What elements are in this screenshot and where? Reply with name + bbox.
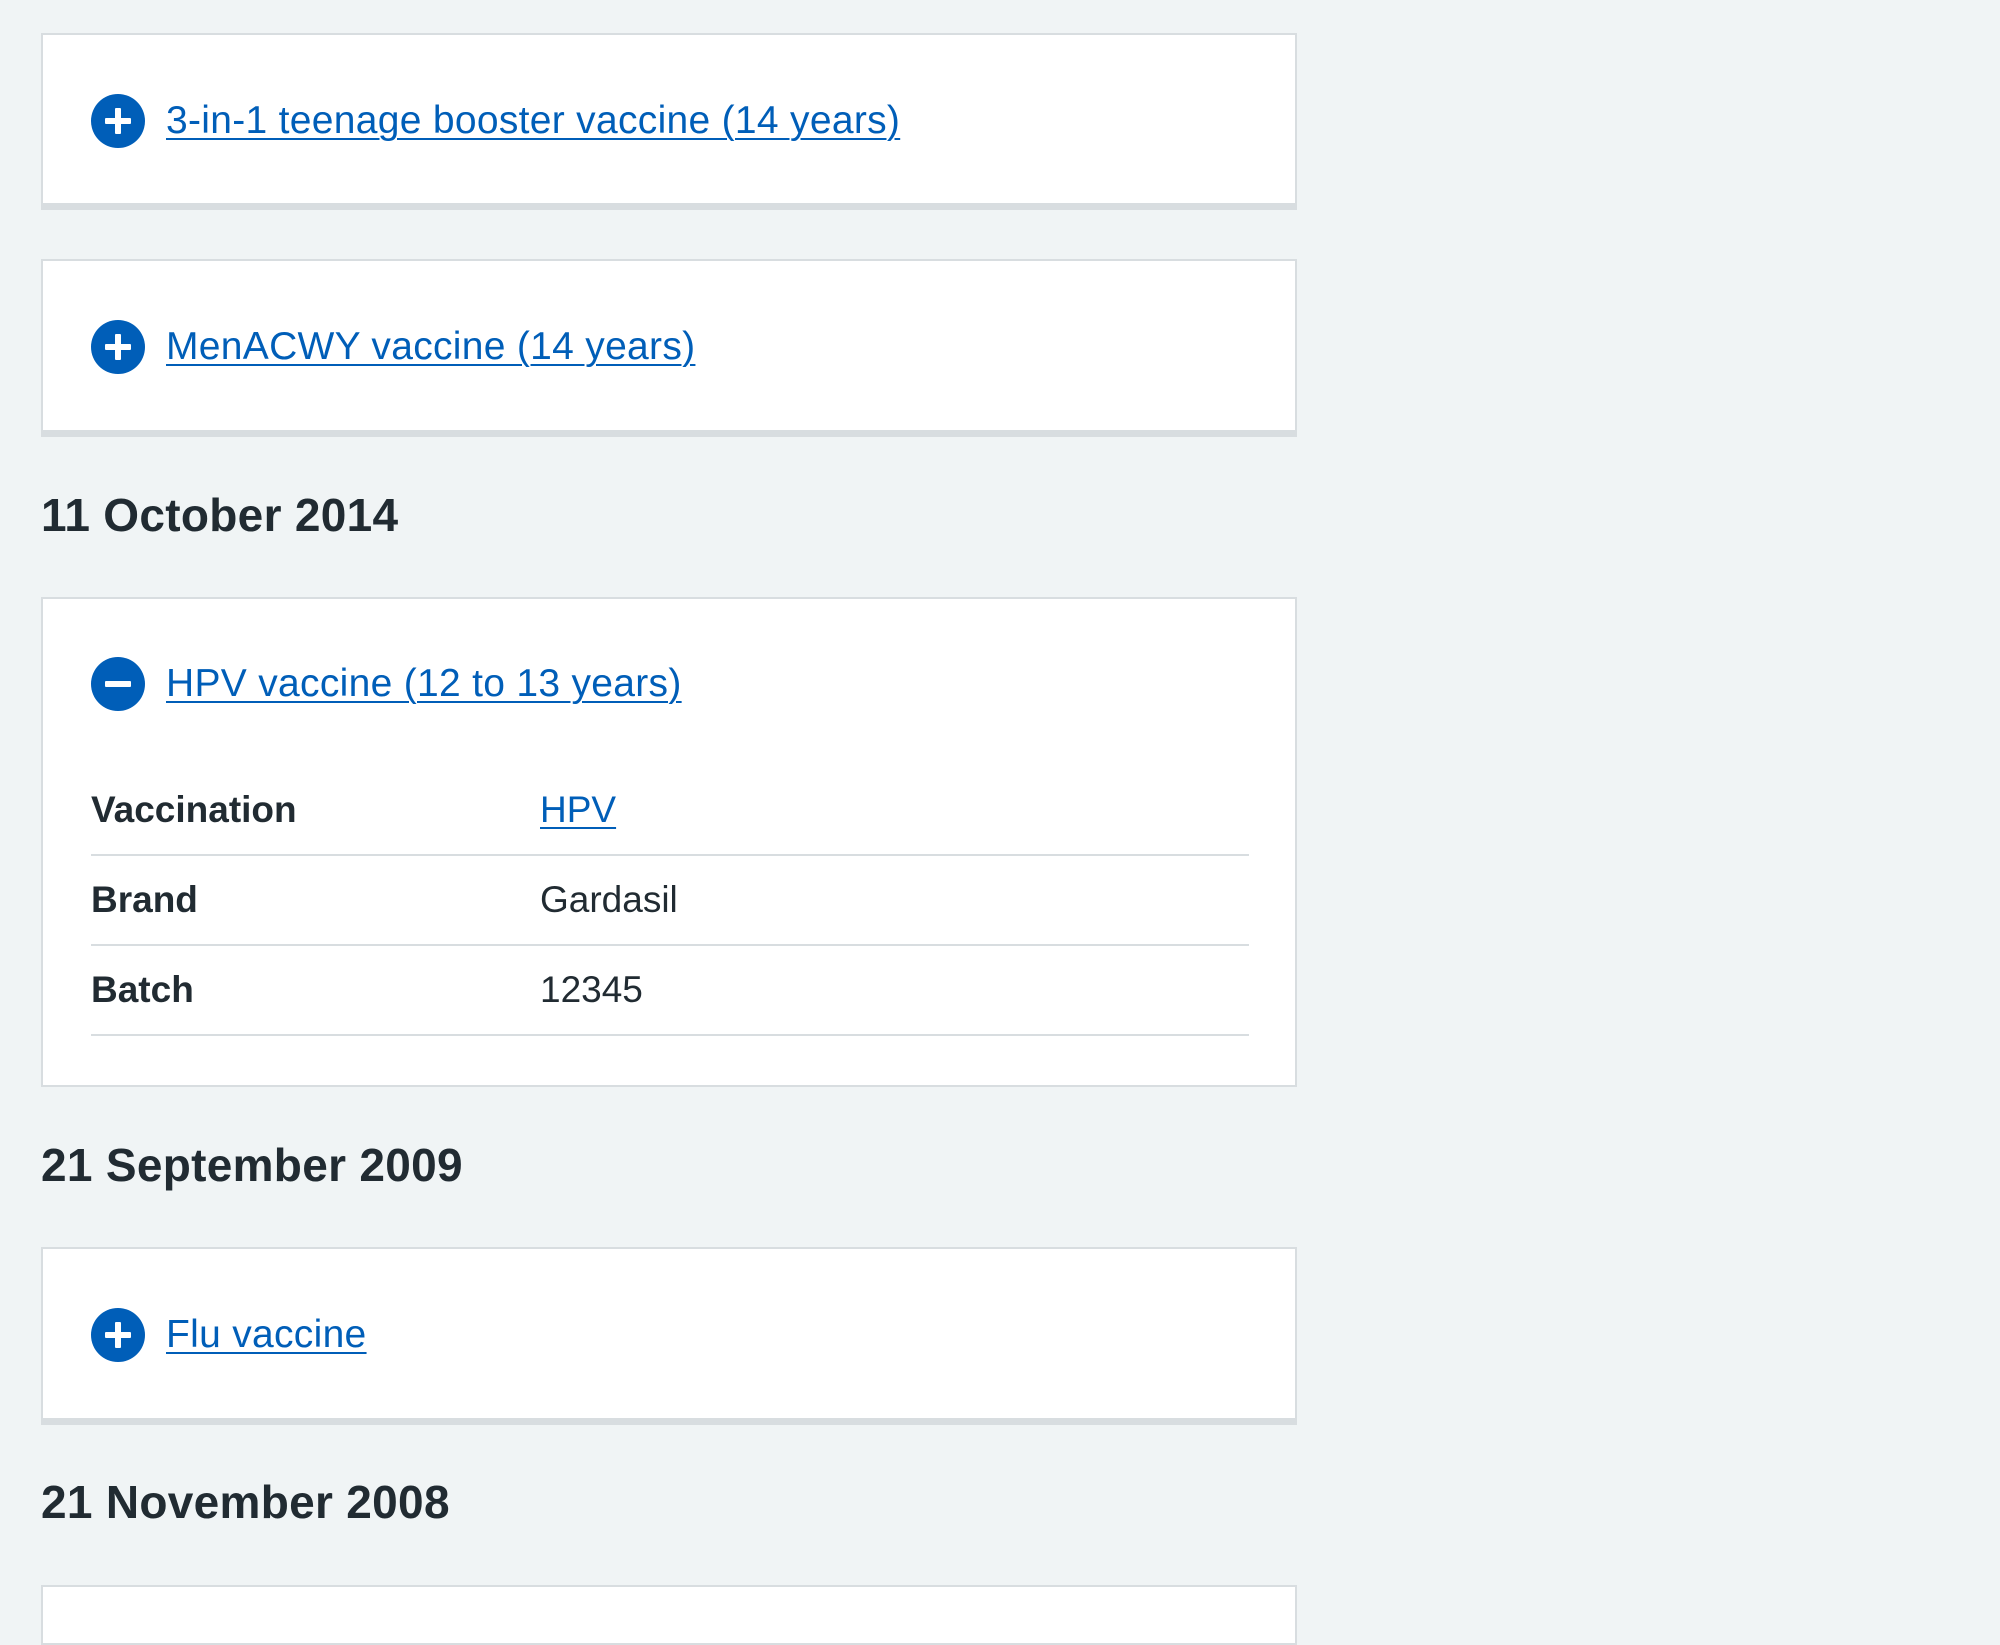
details-key: Batch [91,969,194,1010]
plus-icon [91,94,145,148]
vaccine-summary-toggle[interactable]: Flu vaccine [91,1308,367,1362]
vaccine-details-list: Vaccination HPV Brand Gardasil Batch 123… [91,766,1249,1036]
vaccine-card: 3-in-1 teenage booster vaccine (14 years… [41,33,1297,210]
details-row-brand: Brand Gardasil [91,856,1249,946]
details-row-batch: Batch 12345 [91,946,1249,1036]
details-key: Brand [91,879,198,920]
vaccination-link[interactable]: HPV [540,789,616,831]
vaccine-summary-toggle[interactable]: MenACWY vaccine (14 years) [91,320,695,374]
details-key: Vaccination [91,789,297,830]
date-heading: 21 November 2008 [41,1476,450,1528]
vaccine-summary-link[interactable]: HPV vaccine (12 to 13 years) [166,662,682,706]
vaccine-summary-toggle[interactable]: 3-in-1 teenage booster vaccine (14 years… [91,94,900,148]
date-heading: 21 September 2009 [41,1139,463,1191]
vaccination-history-page: 3-in-1 teenage booster vaccine (14 years… [0,0,2000,1645]
details-row-vaccination: Vaccination HPV [91,766,1249,856]
plus-icon [91,1308,145,1362]
vaccine-summary-link[interactable]: Flu vaccine [166,1313,367,1357]
plus-icon [91,320,145,374]
details-value: 12345 [540,969,643,1010]
vaccine-card: MenACWY vaccine (14 years) [41,259,1297,437]
date-heading: 11 October 2014 [41,489,399,541]
details-value: Gardasil [540,879,678,920]
minus-icon [91,657,145,711]
vaccine-summary-link[interactable]: 3-in-1 teenage booster vaccine (14 years… [166,99,900,143]
vaccine-card: Flu vaccine [41,1247,1297,1425]
vaccine-summary-link[interactable]: MenACWY vaccine (14 years) [166,325,695,369]
vaccine-summary-toggle[interactable]: HPV vaccine (12 to 13 years) [91,657,682,711]
vaccine-card [41,1585,1297,1645]
